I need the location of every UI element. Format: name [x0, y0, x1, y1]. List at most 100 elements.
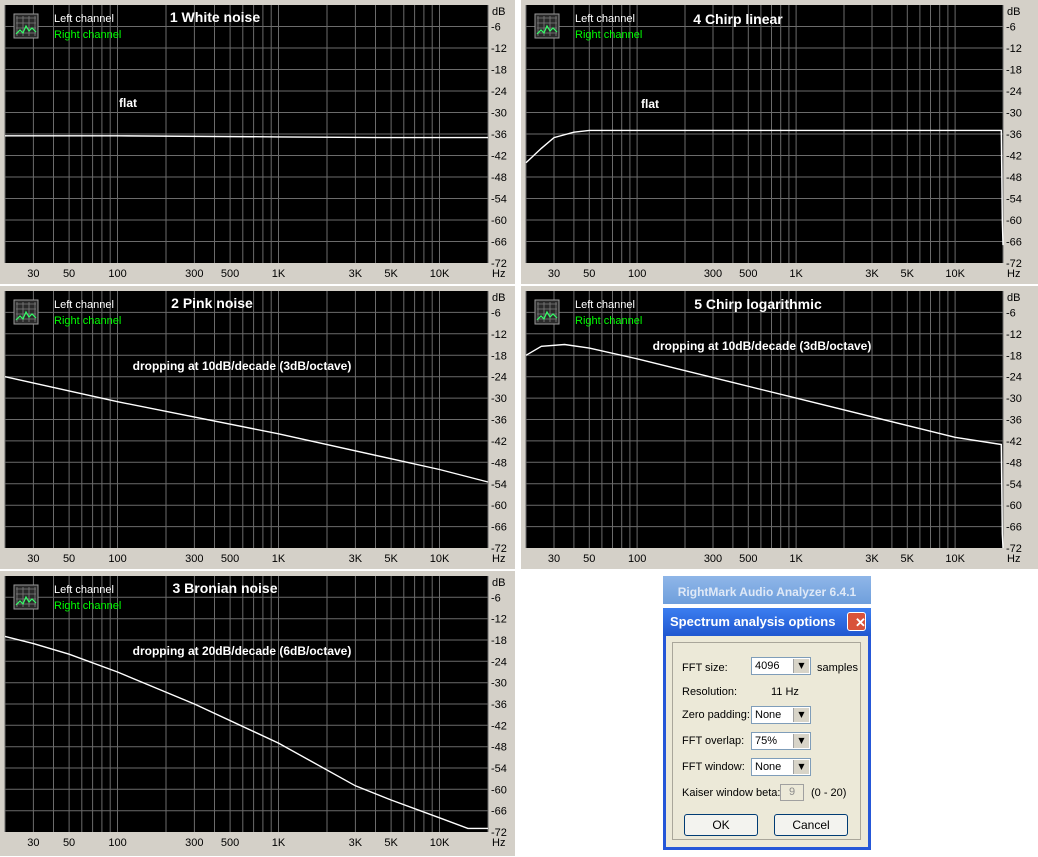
spectrum-icon [13, 13, 39, 39]
x-tick-label: 5K [384, 268, 398, 280]
y-tick-label: -42 [1006, 436, 1022, 448]
fft-size-label: FFT size: [682, 662, 728, 674]
y-tick-label: -60 [491, 500, 507, 512]
legend-left-channel: Left channel [54, 584, 114, 596]
legend-left-channel: Left channel [54, 13, 114, 25]
y-tick-label: -54 [491, 479, 507, 491]
fft-window-label: FFT window: [682, 761, 745, 773]
y-axis-unit: dB [1007, 6, 1020, 18]
chart-title: 2 Pink noise [171, 295, 253, 311]
x-tick-label: 100 [628, 553, 646, 565]
chart-title: 4 Chirp linear [693, 11, 783, 27]
chart-title: 5 Chirp logarithmic [694, 296, 822, 312]
x-tick-label: 10K [430, 553, 450, 565]
y-tick-label: -60 [491, 215, 507, 227]
dialog-title-bar: Spectrum analysis options ✕ [663, 608, 871, 636]
x-tick-label: 100 [628, 268, 646, 280]
x-tick-label: 3K [349, 837, 363, 849]
spectrum-icon [534, 299, 560, 325]
y-tick-label: -30 [1006, 393, 1022, 405]
spectrum-options-dialog: RightMark Audio Analyzer 6.4.1 Spectrum … [663, 576, 871, 850]
y-tick-label: -48 [1006, 172, 1022, 184]
x-axis-unit: Hz [1007, 553, 1020, 565]
kaiser-beta-input[interactable]: 9 [780, 784, 804, 801]
cancel-button[interactable]: Cancel [774, 814, 848, 836]
legend-right-channel: Right channel [575, 315, 642, 327]
y-tick-label: -60 [1006, 500, 1022, 512]
y-axis-unit: dB [492, 6, 505, 18]
chevron-down-icon[interactable]: ▼ [793, 734, 809, 748]
fft-window-value: None [755, 761, 782, 773]
legend-right-channel: Right channel [54, 315, 121, 327]
chevron-down-icon[interactable]: ▼ [793, 760, 809, 774]
y-tick-label: -54 [1006, 479, 1022, 491]
y-tick-label: -30 [1006, 108, 1022, 120]
legend-right-channel: Right channel [575, 29, 642, 41]
zero-padding-select[interactable]: None ▼ [751, 706, 811, 724]
app-title-bar: RightMark Audio Analyzer 6.4.1 [663, 576, 871, 604]
x-axis-unit: Hz [1007, 268, 1020, 280]
x-tick-label: 5K [384, 837, 398, 849]
x-tick-label: 1K [272, 268, 286, 280]
spectrum-panel-chirp-log: dB -6 -12 -18 -24 -30 -36 -42 -48 -54 -60 -66 -72 30 5… [521, 286, 1038, 569]
x-tick-label: 10K [945, 268, 965, 280]
chart-title: 1 White noise [170, 9, 260, 25]
spectrum-panel-white-noise: dB -6 -12 -18 -24 -30 -36 -42 -48 -54 -60 -66 -72 30 5… [0, 0, 515, 284]
fft-window-select[interactable]: None ▼ [751, 758, 811, 776]
x-tick-label: 300 [185, 837, 203, 849]
x-tick-label: 500 [221, 268, 239, 280]
legend-left-channel: Left channel [575, 13, 635, 25]
x-tick-label: 1K [789, 553, 803, 565]
y-tick-label: -54 [491, 763, 507, 775]
x-tick-label: 10K [430, 268, 450, 280]
y-tick-label: -6 [491, 592, 501, 604]
x-tick-label: 30 [27, 268, 39, 280]
x-tick-label: 300 [185, 553, 203, 565]
x-tick-label: 100 [108, 837, 126, 849]
chart-title: 3 Bronian noise [172, 580, 277, 596]
close-button[interactable]: ✕ [847, 612, 866, 631]
chart-annotation: flat [641, 97, 659, 111]
dialog-body: FFT size: 4096 ▼ samples Resolution: 11 … [666, 636, 868, 847]
x-tick-label: 3K [865, 553, 879, 565]
chevron-down-icon[interactable]: ▼ [793, 659, 809, 673]
y-tick-label: -36 [491, 415, 507, 427]
dialog-window: Spectrum analysis options ✕ FFT size: 40… [663, 608, 871, 850]
x-tick-label: 30 [27, 553, 39, 565]
fft-size-select[interactable]: 4096 ▼ [751, 657, 811, 675]
spectrum-chart: dB-6-12-18-24-30-36-42-48-54-60-66-7230 5… [4, 5, 507, 280]
kaiser-beta-range: (0 - 20) [811, 787, 847, 799]
y-tick-label: -66 [1006, 522, 1022, 534]
legend-right-channel: Right channel [54, 29, 121, 41]
dialog-title: Spectrum analysis options [670, 614, 836, 629]
ok-button[interactable]: OK [684, 814, 758, 836]
spectrum-chart: dB-6-12-18-24-30-36-42-48-54-60-66-7230 5… [4, 291, 507, 565]
y-tick-label: -30 [491, 678, 507, 690]
spectrum-panel-brownian-noise: dB -6 -12 -18 -24 -30 -36 -42 -48 -54 -60 -66 -72 30 5… [0, 571, 515, 856]
chevron-down-icon[interactable]: ▼ [793, 708, 809, 722]
spectrum-chart: dB-6-12-18-24-30-36-42-48-54-60-66-7230 5… [525, 291, 1022, 565]
fft-overlap-select[interactable]: 75% ▼ [751, 732, 811, 750]
y-tick-label: -48 [491, 742, 507, 754]
x-tick-label: 3K [349, 553, 363, 565]
y-tick-label: -36 [491, 129, 507, 141]
y-tick-label: -60 [491, 784, 507, 796]
y-tick-label: -18 [1006, 65, 1022, 77]
x-tick-label: 30 [548, 553, 560, 565]
x-tick-label: 500 [739, 268, 757, 280]
fft-overlap-label: FFT overlap: [682, 735, 745, 747]
y-tick-label: -24 [491, 656, 507, 668]
y-tick-label: -42 [491, 151, 507, 163]
y-tick-label: -60 [1006, 215, 1022, 227]
y-tick-label: -24 [1006, 372, 1022, 384]
y-tick-label: -42 [1006, 151, 1022, 163]
spectrum-chart: dB-6-12-18-24-30-36-42-48-54-60-66-7230 5… [4, 576, 507, 849]
spectrum-icon [13, 299, 39, 325]
y-tick-label: -66 [491, 806, 507, 818]
y-tick-label: -12 [491, 43, 507, 55]
x-tick-label: 50 [63, 268, 75, 280]
x-tick-label: 50 [583, 553, 595, 565]
fft-size-value: 4096 [755, 660, 780, 672]
x-tick-label: 10K [430, 837, 450, 849]
fft-overlap-value: 75% [755, 735, 778, 747]
